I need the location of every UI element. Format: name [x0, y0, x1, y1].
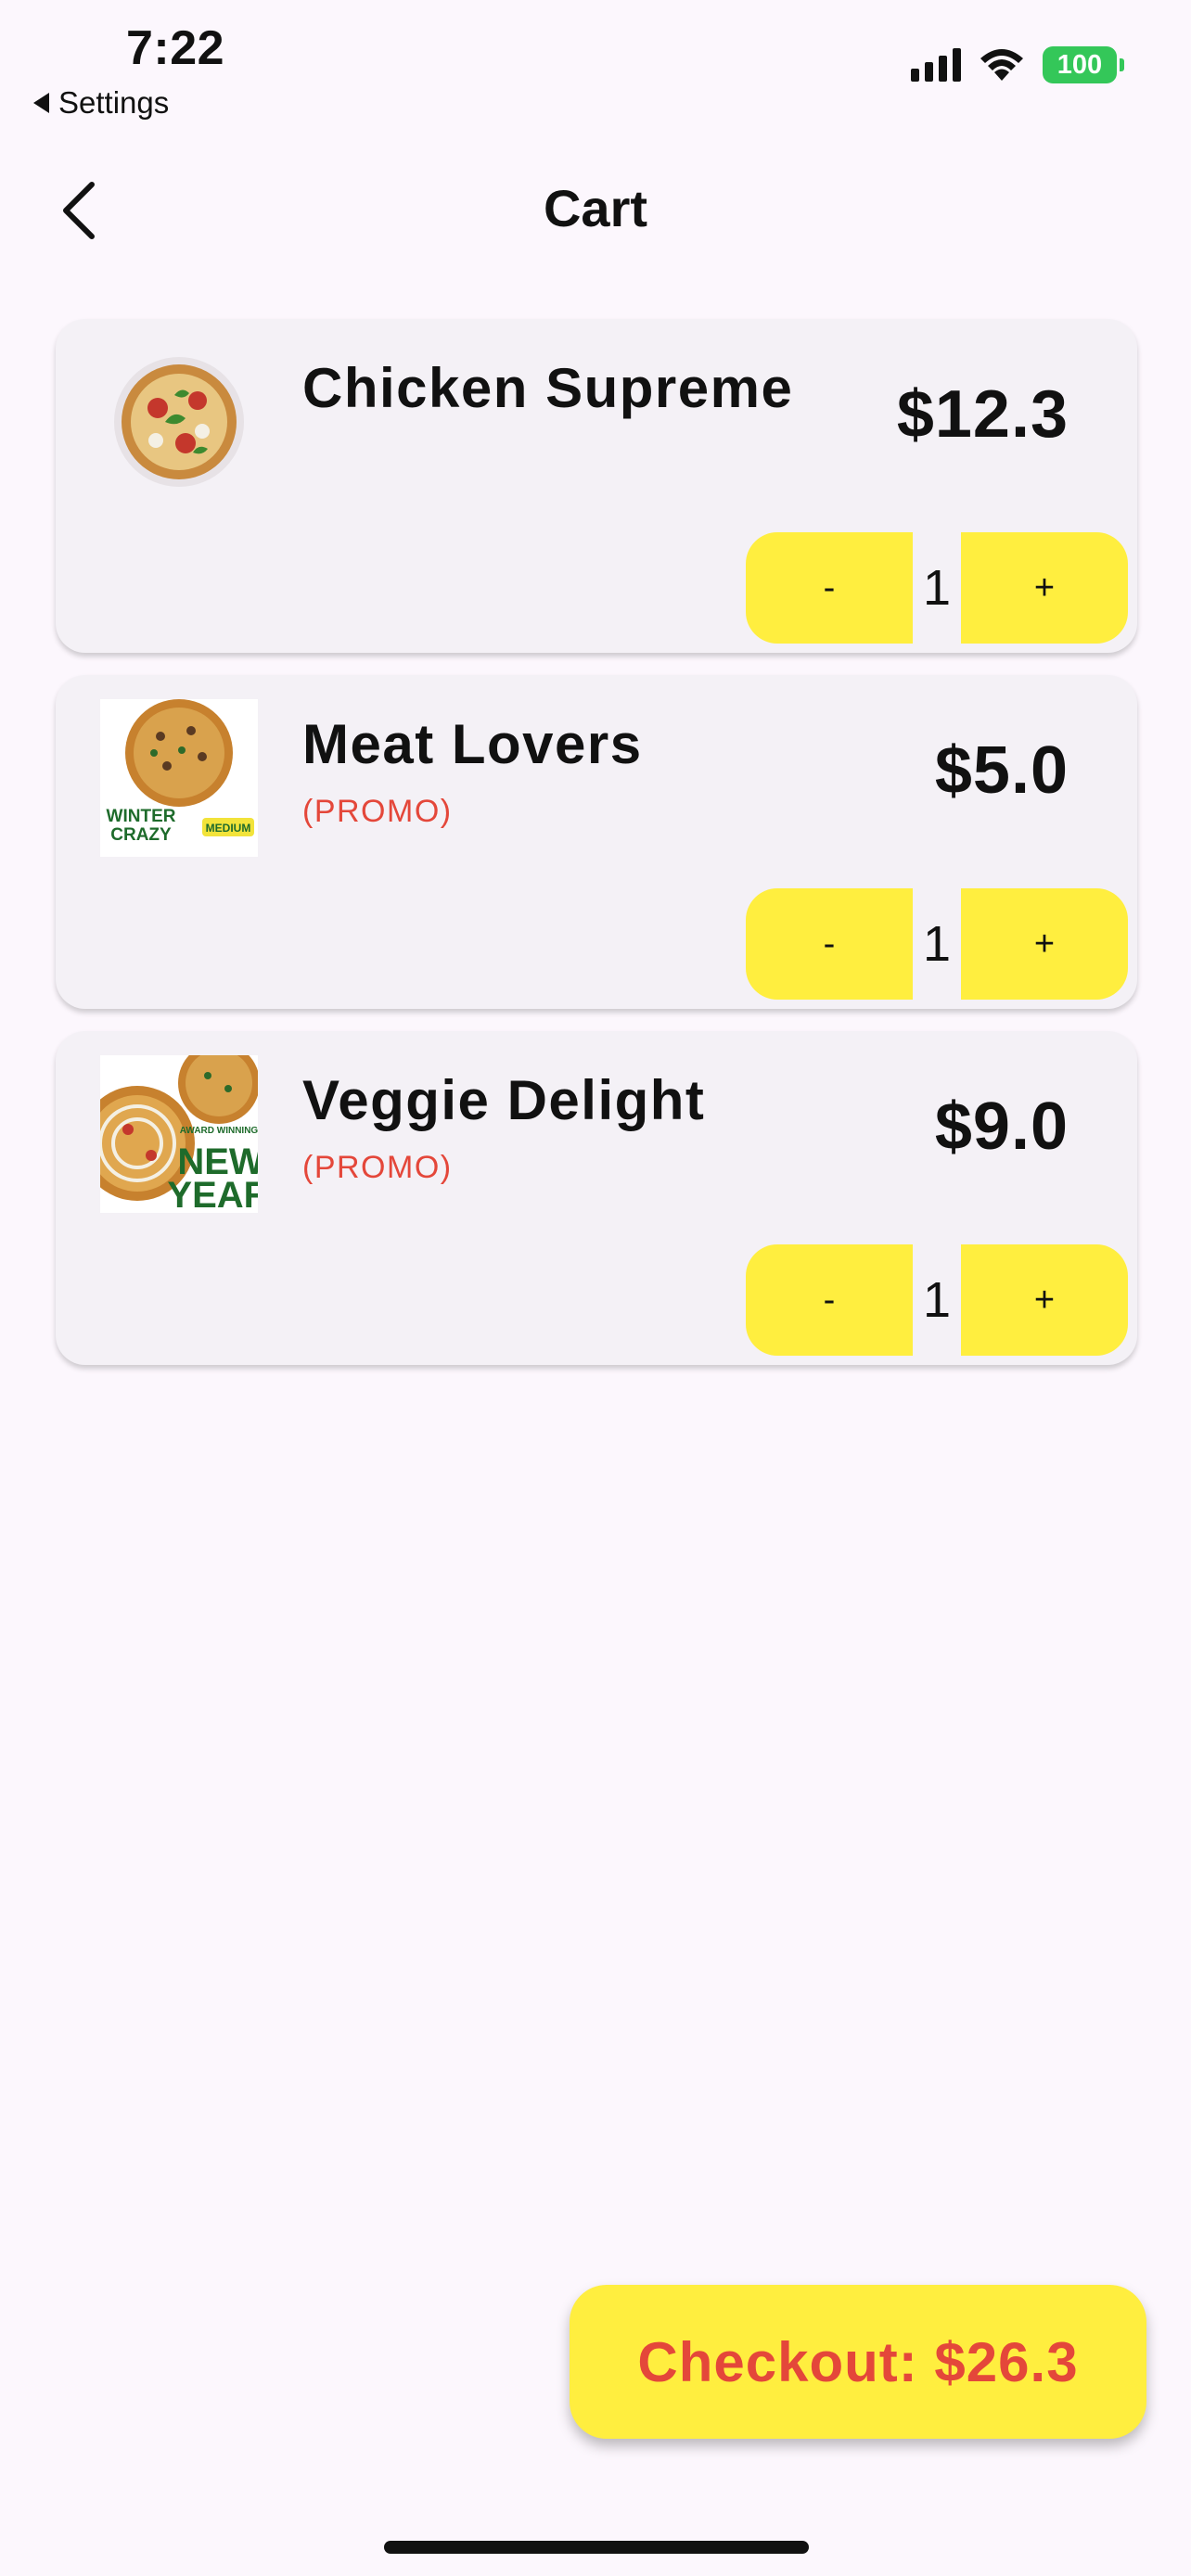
promo-text-award: AWARD WINNING: [180, 1126, 258, 1136]
cart-item-card: WINTER CRAZY MEDIUM Meat Lovers (PROMO) …: [56, 675, 1137, 1009]
promo-text-crazy: CRAZY: [110, 825, 172, 845]
promo-text-medium: MEDIUM: [206, 822, 251, 835]
quantity-stepper: - 1 +: [746, 1244, 1128, 1356]
promo-label: (PROMO): [302, 794, 453, 829]
pizza-promo-image: AWARD WINNING NEW YEAR: [100, 1055, 258, 1213]
item-price: $5.0: [934, 733, 1069, 808]
pizza-promo-image: WINTER CRAZY MEDIUM: [100, 699, 258, 857]
quantity-value: 1: [922, 916, 952, 972]
pizza-image: [114, 357, 244, 487]
cart-item-card: Chicken Supreme $12.3 - 1 +: [56, 319, 1137, 653]
quantity-stepper: - 1 +: [746, 532, 1128, 644]
cart-item-card: AWARD WINNING NEW YEAR Veggie Delight (P…: [56, 1031, 1137, 1365]
cellular-signal-icon: [911, 48, 961, 82]
item-name: Chicken Supreme: [302, 357, 794, 419]
quantity-value: 1: [922, 560, 952, 616]
increase-quantity-button[interactable]: +: [961, 532, 1128, 644]
battery-level: 100: [1057, 49, 1103, 80]
quantity-value: 1: [922, 1272, 952, 1328]
decrease-quantity-button[interactable]: -: [746, 532, 913, 644]
decrease-quantity-button[interactable]: -: [746, 888, 913, 1000]
status-time: 7:22: [126, 21, 225, 75]
battery-icon: 100: [1043, 46, 1124, 83]
item-price: $9.0: [934, 1090, 1069, 1164]
item-name: Veggie Delight: [302, 1069, 706, 1131]
checkout-button[interactable]: Checkout: $26.3: [570, 2285, 1146, 2439]
home-indicator[interactable]: [384, 2541, 809, 2554]
promo-text-year: YEAR: [167, 1175, 258, 1213]
back-to-settings-link[interactable]: Settings: [33, 85, 169, 121]
item-price: $12.3: [896, 377, 1069, 452]
item-name: Meat Lovers: [302, 713, 643, 775]
promo-label: (PROMO): [302, 1150, 453, 1185]
chevron-left-icon: [63, 182, 95, 239]
increase-quantity-button[interactable]: +: [961, 888, 1128, 1000]
promo-text-winter: WINTER: [107, 807, 176, 826]
increase-quantity-button[interactable]: +: [961, 1244, 1128, 1356]
status-icons: 100: [911, 46, 1124, 83]
back-to-settings-label: Settings: [58, 85, 170, 120]
decrease-quantity-button[interactable]: -: [746, 1244, 913, 1356]
back-button[interactable]: [54, 178, 104, 243]
page-title: Cart: [543, 179, 648, 237]
wifi-icon: [980, 49, 1023, 81]
quantity-stepper: - 1 +: [746, 888, 1128, 1000]
back-arrow-icon: [33, 93, 49, 113]
